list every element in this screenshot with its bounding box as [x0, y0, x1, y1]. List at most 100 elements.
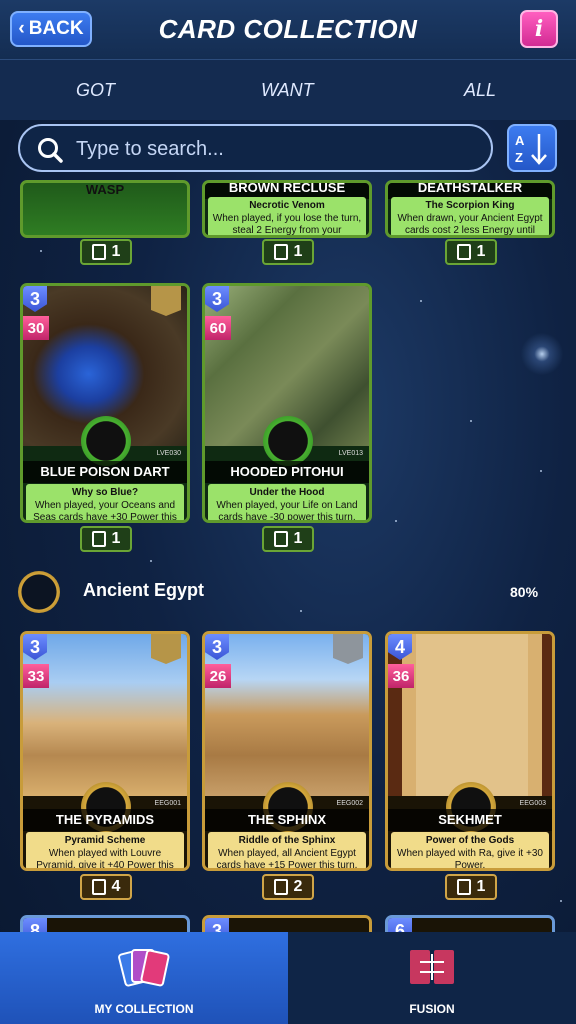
sort-alpha-az-icon: A Z: [515, 133, 547, 165]
card-the-pyramids[interactable]: 3 33 EEG001 THE PYRAMIDS Pyramid Scheme …: [20, 631, 190, 871]
svg-text:Z: Z: [515, 150, 523, 165]
card-code: LVE030: [156, 450, 181, 457]
ancient-egypt-pyramid-icon: [18, 571, 60, 613]
section-title: Ancient Egypt: [83, 580, 205, 600]
card-ability-name: Power of the Gods: [425, 835, 515, 846]
filter-tabs: GOT WANT ALL: [0, 60, 576, 120]
card-ability-text: When played with Ra, give it +30 Power.: [397, 847, 543, 871]
card-ability-name: Necrotic Venom: [249, 200, 325, 211]
tab-got[interactable]: GOT: [76, 80, 115, 101]
card-description: Why so Blue? When played, your Oceans an…: [26, 484, 184, 523]
card-ability-text: When played, if you lose the turn, steal…: [212, 212, 362, 236]
card-count-deathstalker: 1: [445, 239, 497, 265]
card-name: WASP: [85, 182, 125, 197]
card-count-icon: [456, 244, 471, 260]
card-description: Pyramid Scheme When played with Louvre P…: [26, 832, 184, 871]
card-count-brown-recluse: 1: [262, 239, 314, 265]
card-count-sekhmet: 1: [445, 874, 497, 900]
cards-icon: [118, 949, 170, 987]
diamond-rarity-icon: [151, 634, 181, 664]
card-ability-text: When drawn, your Ancient Egypt cards cos…: [397, 212, 543, 236]
search-icon: [38, 138, 63, 163]
info-icon: i: [534, 16, 544, 42]
card-power: 30: [23, 316, 49, 340]
card-name: HOODED PITOHUI: [205, 461, 369, 483]
card-ability-name: Why so Blue?: [71, 487, 139, 498]
card-code: EEG001: [154, 800, 181, 807]
card-count-pitohui: 1: [262, 526, 314, 552]
card-power: 26: [205, 664, 231, 688]
card-count-value: 1: [476, 878, 486, 895]
tab-want[interactable]: WANT: [261, 80, 314, 101]
card-sekhmet[interactable]: 4 36 EEG003 SEKHMET Power of the Gods Wh…: [385, 631, 555, 871]
svg-text:A: A: [515, 133, 525, 148]
card-ability-text: When played, your Life on Land cards hav…: [216, 499, 358, 523]
card-code: EEG003: [519, 800, 546, 807]
card-ability-text: When played, your Oceans and Seas cards …: [33, 499, 177, 523]
star-rarity-icon: [333, 634, 363, 664]
card-description: Necrotic Venom When played, if you lose …: [208, 197, 366, 236]
card-name: THE SPHINX: [205, 809, 369, 831]
card-the-sphinx[interactable]: 3 26 EEG002 THE SPHINX Riddle of the Sph…: [202, 631, 372, 871]
card-count-value: 4: [111, 878, 121, 895]
card-ability-name: Pyramid Scheme: [64, 835, 146, 846]
card-deathstalker[interactable]: DEATHSTALKER The Scorpion King When draw…: [385, 180, 555, 238]
card-name: SEKHMET: [388, 809, 552, 831]
nav-label: FUSION: [409, 1002, 455, 1016]
card-ability-name: Under the Hood: [249, 487, 325, 498]
section-completion-percent: 80%: [510, 584, 539, 600]
card-count-icon: [91, 531, 106, 547]
card-count-value: 1: [111, 243, 121, 260]
card-hooded-pitohui[interactable]: 3 60 LVE013 HOODED PITOHUI Under the Hoo…: [202, 283, 372, 523]
card-count-icon: [456, 879, 471, 895]
card-count-value: 1: [111, 530, 121, 547]
nav-label: MY COLLECTION: [94, 1002, 194, 1016]
limited-card-emblem-icon: [263, 416, 313, 466]
fusion-icon: [410, 950, 454, 984]
card-brown-recluse[interactable]: BROWN RECLUSE Necrotic Venom When played…: [202, 180, 372, 238]
card-art-sekhmet: [388, 634, 552, 796]
card-count-pyramids: 4: [80, 874, 132, 900]
card-count-frog: 1: [80, 526, 132, 552]
sort-button[interactable]: A Z: [507, 124, 557, 172]
card-count-value: 1: [293, 530, 303, 547]
card-code: LVE013: [338, 450, 363, 457]
card-description: Riddle of the Sphinx When played, all An…: [208, 832, 366, 871]
card-description: Power of the Gods When played with Ra, g…: [391, 832, 549, 871]
search-input[interactable]: [76, 132, 476, 166]
card-count-value: 1: [293, 243, 303, 260]
card-ability-text: When played, all Ancient Egypt cards hav…: [216, 847, 358, 871]
diamond-rarity-icon: [151, 286, 181, 316]
card-count-wasp: 1: [80, 239, 132, 265]
card-description: The Scorpion King When drawn, your Ancie…: [391, 197, 549, 236]
card-count-value: 2: [293, 878, 303, 895]
card-count-icon: [91, 244, 106, 260]
card-description: Under the Hood When played, your Life on…: [208, 484, 366, 523]
limited-card-emblem-icon: [81, 416, 131, 466]
card-power: 60: [205, 316, 231, 340]
tab-all[interactable]: ALL: [464, 80, 496, 101]
card-wasp[interactable]: WASP: [20, 180, 190, 238]
card-count-icon: [91, 879, 106, 895]
card-power: 33: [23, 664, 49, 688]
card-name: BLUE POISON DART FROG: [23, 461, 187, 501]
card-ability-text: When played with Louvre Pyramid, give it…: [36, 847, 174, 871]
card-power: 36: [388, 664, 414, 688]
card-blue-poison-dart-frog[interactable]: 3 30 LVE030 BLUE POISON DART FROG Why so…: [20, 283, 190, 523]
page-title: CARD COLLECTION: [158, 14, 418, 44]
info-button[interactable]: i: [520, 10, 558, 48]
nav-fusion[interactable]: FUSION: [288, 932, 576, 1024]
card-count-sphinx: 2: [262, 874, 314, 900]
card-count-value: 1: [476, 243, 486, 260]
card-count-icon: [273, 531, 288, 547]
top-bar: ‹ BACK CARD COLLECTION i: [0, 0, 576, 60]
nav-my-collection[interactable]: MY COLLECTION: [0, 932, 288, 1024]
card-count-icon: [273, 879, 288, 895]
card-code: EEG002: [336, 800, 363, 807]
search-bar: [18, 124, 493, 172]
card-ability-name: The Scorpion King: [425, 200, 515, 211]
card-count-icon: [273, 244, 288, 260]
bottom-navigation: MY COLLECTION FUSION: [0, 932, 576, 1024]
card-ability-name: Riddle of the Sphinx: [238, 835, 336, 846]
card-name: THE PYRAMIDS: [23, 809, 187, 831]
